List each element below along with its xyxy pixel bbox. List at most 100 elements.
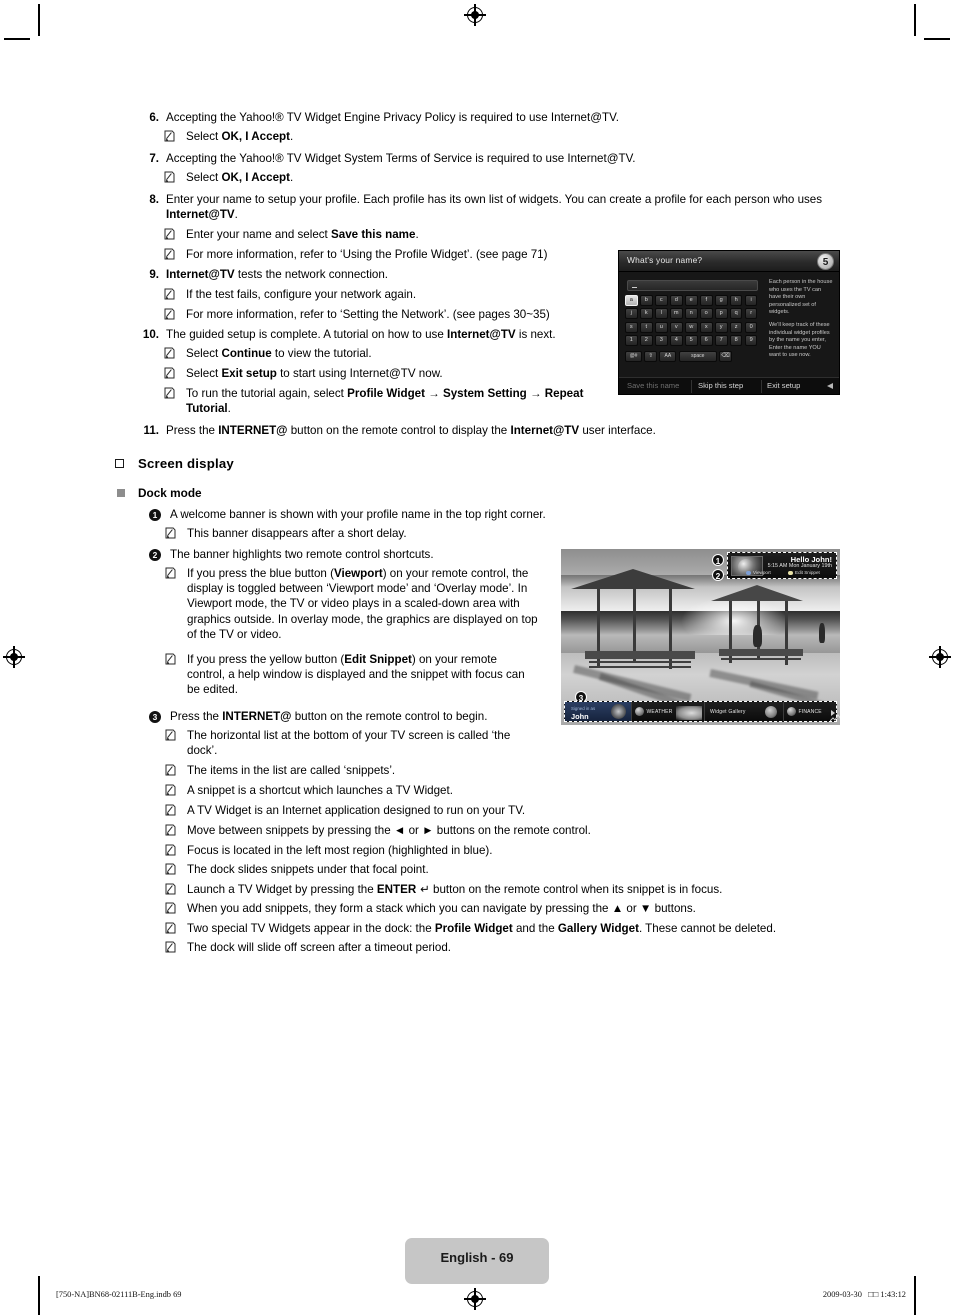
save-this-name-button[interactable]: Save this name — [627, 381, 679, 390]
shortcut-edit-snippet-label: Edit Snippet — [795, 570, 820, 575]
step-text: Accepting the Yahoo!® TV Widget System T… — [166, 152, 636, 165]
key-j[interactable]: j — [625, 308, 638, 320]
dock-snippet-profile[interactable]: Signed in as John — [565, 702, 632, 721]
crop-mark-left-top-horizontal — [4, 38, 30, 40]
dock-item-3-note-6: Focus is located in the left most region… — [165, 843, 765, 858]
key-f[interactable]: f — [699, 295, 713, 306]
square-bullet-icon — [115, 456, 124, 468]
key-2[interactable]: 2 — [639, 335, 653, 347]
key-w[interactable]: w — [684, 321, 698, 333]
key-k[interactable]: k — [639, 308, 653, 320]
step-8-note-1: Enter your name and select Save this nam… — [164, 227, 634, 242]
keyboard-row: 123456789 — [625, 335, 761, 347]
dock-item-text: Press the INTERNET@ button on the remote… — [170, 710, 488, 723]
note-icon — [165, 844, 176, 860]
key-0[interactable]: 0 — [744, 321, 758, 333]
dock-item-3: 3 Press the INTERNET@ button on the remo… — [149, 709, 569, 724]
name-input[interactable] — [627, 280, 758, 291]
note-text: If the test fails, configure your networ… — [186, 288, 417, 301]
registration-mark-bottom — [464, 1288, 486, 1310]
yellow-button-dot-icon — [788, 570, 793, 575]
key-5[interactable]: 5 — [684, 335, 698, 347]
note-icon — [164, 228, 175, 244]
screenshot-name-dialog: What's your name? 5 abcdefghijklmnopqrst… — [619, 251, 839, 394]
note-memo-icon — [164, 228, 175, 240]
key-v[interactable]: v — [669, 321, 683, 333]
key-d[interactable]: d — [669, 295, 683, 306]
dock-item-3-note-9: When you add snippets, they form a stack… — [165, 901, 865, 916]
key-a[interactable]: a — [625, 295, 638, 306]
dock-item-2-note-2: If you press the yellow button (Edit Sni… — [165, 652, 525, 698]
key-h[interactable]: h — [729, 295, 743, 306]
dock-snippet-weather[interactable]: WEATHER — [632, 702, 705, 721]
note-text: For more information, refer to ‘Using th… — [186, 248, 548, 261]
hut-rail — [589, 661, 691, 663]
note-icon — [165, 729, 176, 745]
step-9-note-2: For more information, refer to ‘Setting … — [164, 307, 634, 322]
dialog-footer: Save this name Skip this step Exit setup — [619, 377, 839, 394]
key-r[interactable]: r — [744, 308, 758, 320]
key-6[interactable]: 6 — [699, 335, 713, 347]
dock-snippet-gallery[interactable]: Widget Gallery — [705, 702, 784, 721]
note-text: To run the tutorial again, select Profil… — [186, 387, 584, 416]
key-q[interactable]: q — [729, 308, 743, 320]
key-u[interactable]: u — [654, 321, 668, 333]
key-e[interactable]: e — [684, 295, 698, 306]
key-i[interactable]: i — [744, 295, 758, 306]
key-o[interactable]: o — [699, 308, 713, 320]
key-3[interactable]: 3 — [654, 335, 668, 347]
skip-this-step-button[interactable]: Skip this step — [698, 381, 743, 390]
note-icon — [164, 308, 175, 324]
key-y[interactable]: y — [714, 321, 728, 333]
volume-icon — [827, 383, 833, 389]
note-icon — [165, 902, 176, 918]
key-s[interactable]: s — [625, 321, 638, 333]
note-glyph — [165, 824, 176, 836]
dock-item-3-note-8: Launch a TV Widget by pressing the ENTER… — [165, 882, 865, 897]
key-1[interactable]: 1 — [625, 335, 638, 347]
note-text: Launch a TV Widget by pressing the ENTER… — [187, 883, 723, 896]
key-x[interactable]: x — [699, 321, 713, 333]
key-l[interactable]: l — [654, 308, 668, 320]
footer-divider — [761, 380, 762, 393]
key-9[interactable]: 9 — [744, 335, 758, 347]
onscreen-keyboard[interactable]: a b c d e f g h i j k l m n o p q r s t u v w x y z 0 1 2 3 4 5 6 7 8 9 @# ⇧ A… — [625, 295, 761, 365]
note-memo-icon — [164, 288, 175, 300]
widget-dock[interactable]: Signed in as John WEATHER Widget Gallery… — [564, 701, 840, 722]
key-7[interactable]: 7 — [714, 335, 728, 347]
key-shift[interactable]: ⇧ — [644, 351, 657, 363]
section-heading-label: Screen display — [138, 456, 234, 471]
dock-item-1: 1 A welcome banner is shown with your pr… — [149, 507, 709, 522]
key-backspace[interactable]: ⌫ — [719, 351, 732, 363]
step-text: The guided setup is complete. A tutorial… — [166, 328, 556, 341]
key-8[interactable]: 8 — [729, 335, 743, 347]
key-c[interactable]: c — [654, 295, 668, 306]
key-n[interactable]: n — [684, 308, 698, 320]
keyboard-row-modifiers: @# ⇧ AA space ⌫ — [625, 351, 761, 363]
key-space[interactable]: space — [678, 351, 717, 363]
dock-scroll-right-icon[interactable] — [831, 710, 835, 716]
key-p[interactable]: p — [714, 308, 728, 320]
key-m[interactable]: m — [669, 308, 683, 320]
exit-setup-button[interactable]: Exit setup — [767, 381, 800, 390]
person-seated — [753, 625, 762, 647]
crop-mark-top-right-vertical — [914, 4, 916, 36]
step-number: 10. — [142, 328, 159, 341]
key-g[interactable]: g — [714, 295, 728, 306]
note-memo-icon — [165, 527, 176, 539]
note-icon — [164, 387, 175, 403]
subheading-dock-mode: Dock mode — [117, 486, 202, 500]
note-glyph — [164, 288, 175, 300]
key-z[interactable]: z — [729, 321, 743, 333]
step-11: 11. Press the INTERNET@ button on the re… — [137, 423, 837, 438]
dock-item-3-note-11: The dock will slide off screen after a t… — [165, 940, 865, 955]
key-caps[interactable]: AA — [659, 351, 677, 363]
key-t[interactable]: t — [639, 321, 653, 333]
circled-number-icon: 3 — [149, 710, 161, 725]
key-4[interactable]: 4 — [669, 335, 683, 347]
note-memo-icon — [164, 308, 175, 320]
key-b[interactable]: b — [639, 295, 653, 306]
key-symbols[interactable]: @# — [625, 351, 642, 363]
profile-art — [611, 704, 626, 719]
note-memo-icon — [164, 347, 175, 359]
